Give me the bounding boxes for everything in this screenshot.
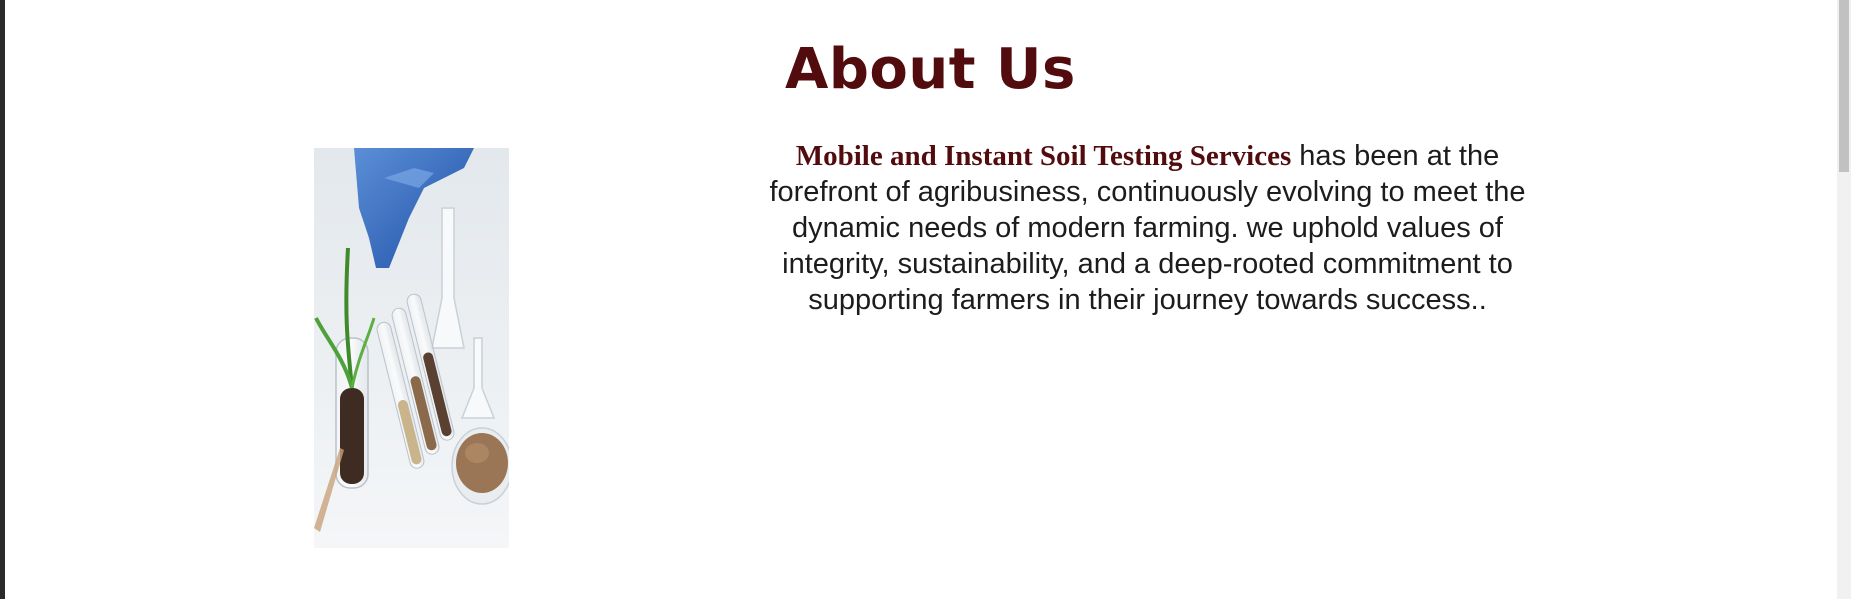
about-page: About Us Mobile and Instant Soil Testing…: [0, 0, 1851, 599]
page-scrollbar[interactable]: [1837, 0, 1851, 599]
window-edge: [0, 0, 5, 599]
page-title: About Us: [785, 37, 1076, 102]
soil-testing-image: [314, 148, 509, 548]
soil-testing-lab-photo: [314, 148, 509, 548]
scrollbar-thumb[interactable]: [1839, 0, 1849, 172]
about-description: Mobile and Instant Soil Testing Services…: [760, 138, 1535, 318]
company-name: Mobile and Instant Soil Testing Services: [795, 140, 1292, 172]
